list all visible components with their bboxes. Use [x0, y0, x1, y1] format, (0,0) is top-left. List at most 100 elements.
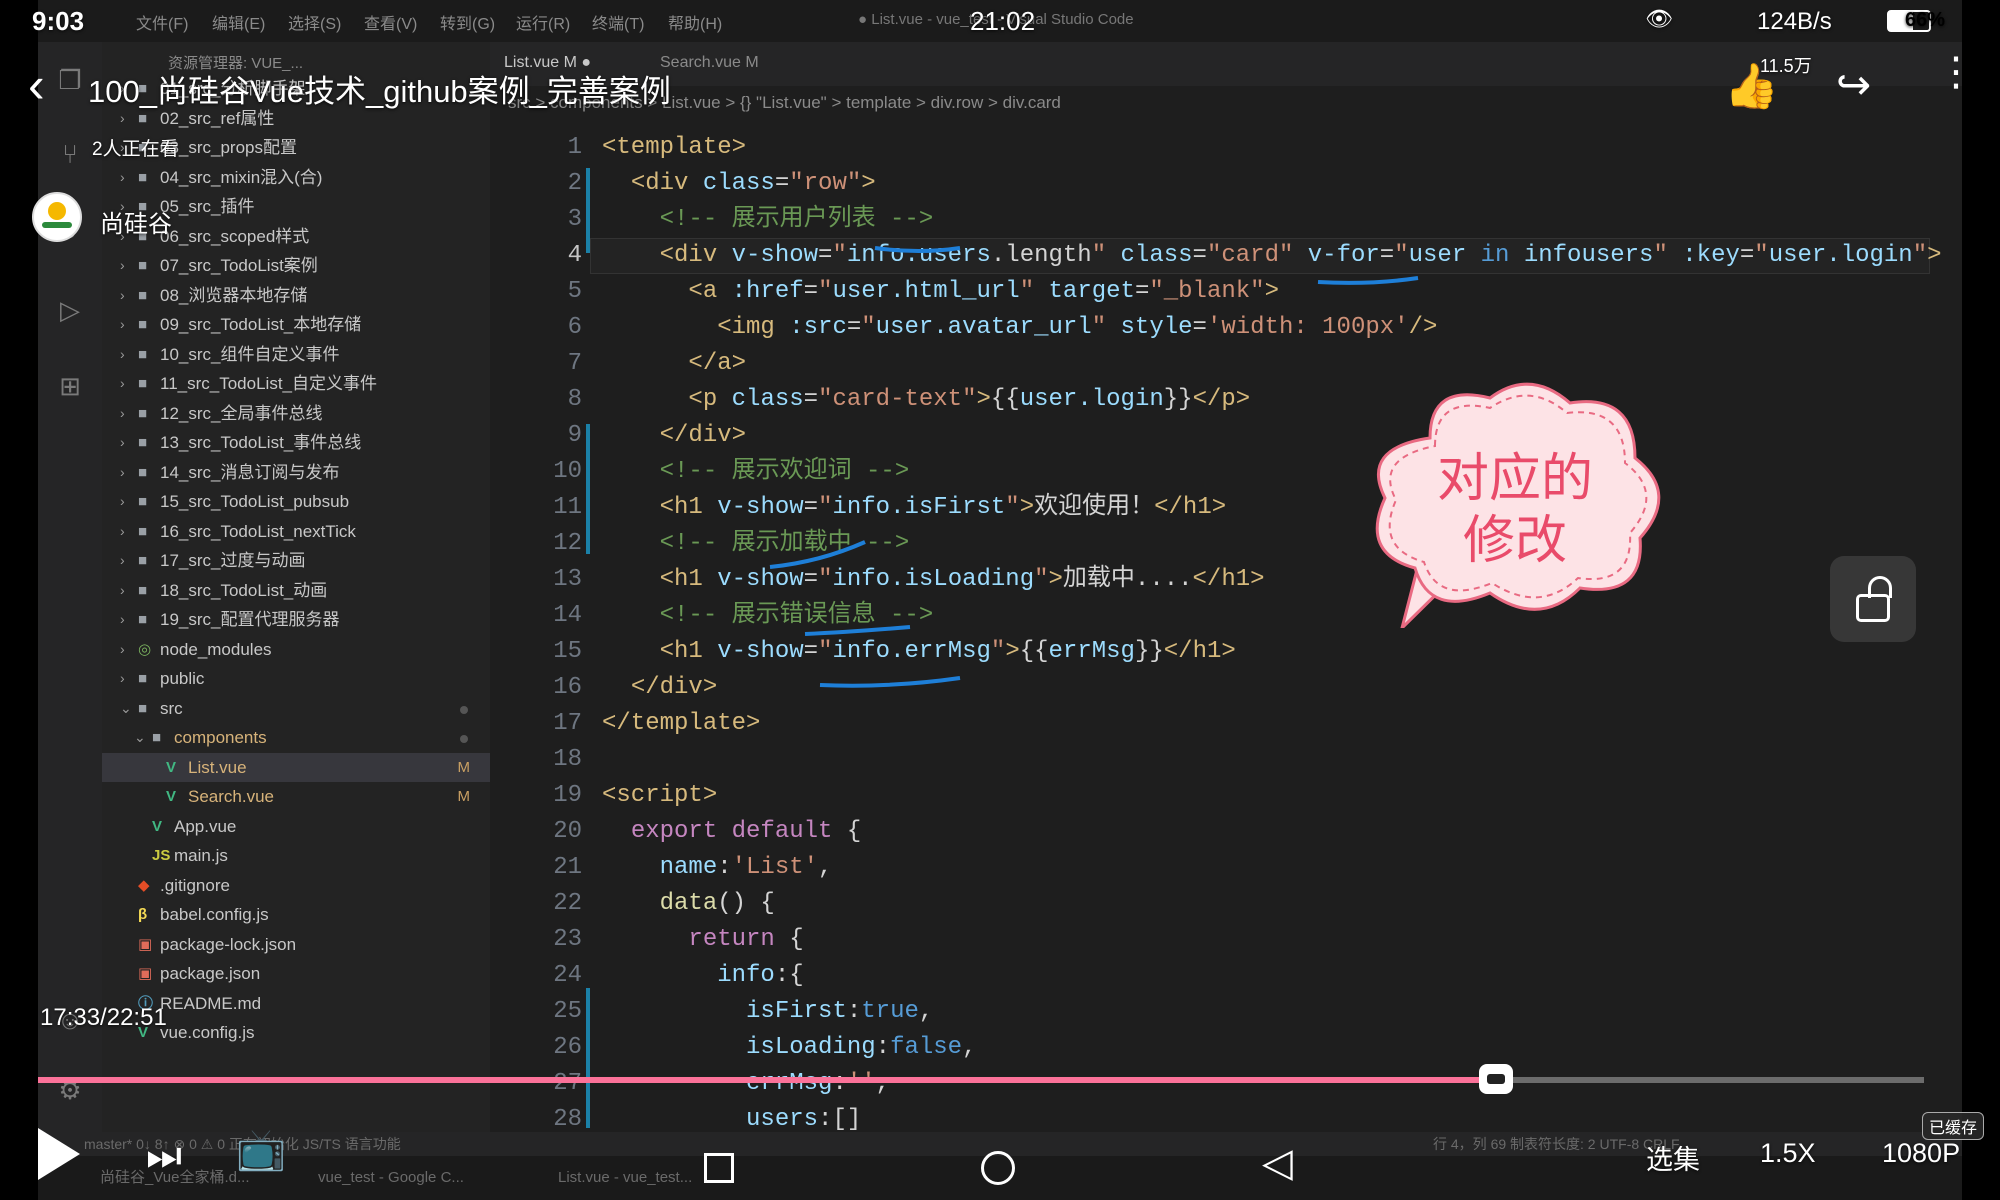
- menu-item[interactable]: 查看(V): [364, 10, 417, 34]
- taskbar-item[interactable]: List.vue - vue_test...: [558, 1156, 692, 1200]
- chevron-right-icon[interactable]: ›: [120, 428, 125, 457]
- file-tree-item[interactable]: ⌄ ■ src: [102, 694, 490, 723]
- folder-icon: ■: [138, 552, 148, 569]
- chevron-right-icon[interactable]: ›: [120, 281, 125, 310]
- extensions-icon[interactable]: ⊞: [52, 368, 88, 404]
- files-icon[interactable]: ❐: [52, 62, 88, 98]
- menu-item[interactable]: 帮助(H): [668, 10, 722, 34]
- underline-mark: [769, 540, 866, 569]
- file-tree-label: 12_src_全局事件总线: [160, 403, 323, 423]
- menu-item[interactable]: 转到(G): [440, 10, 495, 34]
- phone-time: 9:03: [32, 6, 85, 36]
- chevron-right-icon[interactable]: ›: [120, 458, 125, 487]
- recents-square-icon[interactable]: [704, 1153, 734, 1183]
- file-tree-label: babel.config.js: [160, 905, 269, 924]
- file-tree-item[interactable]: › ■ 04_src_mixin混入(合): [102, 163, 490, 192]
- more-vertical-icon[interactable]: ⋮: [1936, 52, 1976, 92]
- file-tree-label: 18_src_TodoList_动画: [160, 580, 328, 600]
- channel-avatar[interactable]: [32, 192, 82, 242]
- share-arrow-icon[interactable]: ↪: [1836, 60, 1871, 109]
- folder-icon: ■: [138, 375, 148, 392]
- next-episode-icon[interactable]: ⏭: [146, 1136, 182, 1176]
- play-icon[interactable]: [38, 1128, 80, 1180]
- chevron-down-icon[interactable]: ⌄: [120, 694, 132, 723]
- screen-lock-button[interactable]: [1830, 556, 1916, 642]
- file-tree-label: public: [160, 669, 205, 688]
- file-tree-item[interactable]: › ■ 18_src_TodoList_动画: [102, 576, 490, 605]
- file-tree-item[interactable]: › ■ 09_src_TodoList_本地存储: [102, 310, 490, 339]
- chevron-right-icon[interactable]: ›: [120, 664, 125, 693]
- js-file-icon: JS: [152, 847, 171, 864]
- menu-item[interactable]: 编辑(E): [212, 10, 265, 34]
- chevron-right-icon[interactable]: ›: [120, 635, 125, 664]
- pen-annotations: [769, 246, 1419, 688]
- file-tree-item[interactable]: › ■ 11_src_TodoList_自定义事件: [102, 369, 490, 398]
- danmaku-toggle-icon[interactable]: 📺: [236, 1130, 286, 1170]
- file-tree-item[interactable]: β babel.config.js: [102, 900, 490, 929]
- chevron-right-icon[interactable]: ›: [120, 369, 125, 398]
- file-tree-item[interactable]: › ■ 17_src_过度与动画: [102, 546, 490, 575]
- file-tree-item[interactable]: ⌄ ■ components: [102, 723, 490, 752]
- annotation-bubble: 对应的 修改: [1360, 378, 1670, 628]
- underline-mark: [804, 625, 911, 636]
- git-modified-badge: M: [457, 758, 471, 776]
- menu-item[interactable]: 运行(R): [516, 10, 570, 34]
- run-debug-icon[interactable]: ▷: [52, 292, 88, 328]
- chevron-right-icon[interactable]: ›: [120, 576, 125, 605]
- menu-item[interactable]: 文件(F): [136, 10, 188, 34]
- json-file-icon: ▣: [138, 935, 153, 953]
- file-tree-item[interactable]: V Search.vue M: [102, 782, 490, 811]
- file-tree-item[interactable]: JS main.js: [102, 841, 490, 870]
- file-tree-label: components: [174, 728, 267, 747]
- chevron-right-icon[interactable]: ›: [120, 546, 125, 575]
- channel-name[interactable]: 尚硅谷: [100, 204, 172, 239]
- folder-icon: ■: [138, 493, 148, 510]
- file-tree-item[interactable]: › ◎ node_modules: [102, 635, 490, 664]
- chevron-right-icon[interactable]: ›: [120, 163, 125, 192]
- file-tree-label: 14_src_消息订阅与发布: [160, 462, 340, 482]
- folder-icon: ■: [138, 316, 148, 333]
- file-tree-item[interactable]: › ■ 08_浏览器本地存储: [102, 281, 490, 310]
- video-clock: 21:02: [970, 6, 1036, 36]
- chevron-right-icon[interactable]: ›: [120, 487, 125, 516]
- file-tree-item[interactable]: ◆ .gitignore: [102, 871, 490, 900]
- chevron-right-icon[interactable]: ›: [120, 605, 125, 634]
- chevron-right-icon[interactable]: ›: [120, 517, 125, 546]
- speed-button[interactable]: 1.5X: [1760, 1138, 1816, 1169]
- file-tree-item[interactable]: › ■ 15_src_TodoList_pubsub: [102, 487, 490, 516]
- file-tree-item[interactable]: › ■ 19_src_配置代理服务器: [102, 605, 490, 634]
- menu-item[interactable]: 选择(S): [288, 10, 341, 34]
- file-tree-item[interactable]: › ■ 12_src_全局事件总线: [102, 399, 490, 428]
- folder-icon: ■: [138, 463, 148, 481]
- file-tree-item[interactable]: › ■ 07_src_TodoList案例: [102, 251, 490, 280]
- taskbar-item[interactable]: vue_test - Google C...: [318, 1156, 464, 1200]
- source-control-icon[interactable]: ⑂: [52, 136, 88, 172]
- file-tree-label: package-lock.json: [160, 934, 297, 954]
- quality-button[interactable]: 1080P: [1882, 1138, 1960, 1169]
- chevron-right-icon[interactable]: ›: [120, 310, 125, 339]
- file-tree-item[interactable]: ▣ package.json: [102, 959, 490, 988]
- file-tree-item[interactable]: V App.vue: [102, 812, 490, 841]
- file-tree-item[interactable]: › ■ 16_src_TodoList_nextTick: [102, 517, 490, 546]
- file-tree-item[interactable]: › ■ 13_src_TodoList_事件总线: [102, 428, 490, 457]
- chevron-right-icon[interactable]: ›: [120, 251, 125, 280]
- git-change-dot: [460, 705, 468, 714]
- back-arrow-icon[interactable]: ‹: [28, 60, 45, 110]
- chevron-right-icon[interactable]: ›: [120, 399, 125, 428]
- progress-thumb-icon[interactable]: [1478, 1064, 1513, 1094]
- file-tree-label: 10_src_组件自定义事件: [160, 344, 340, 364]
- folder-icon: ■: [138, 670, 148, 687]
- chevron-right-icon[interactable]: ›: [120, 340, 125, 369]
- nav-back-triangle-icon[interactable]: ◁: [1262, 1143, 1293, 1183]
- file-tree-item[interactable]: › ■ public: [102, 664, 490, 693]
- file-tree-label: 19_src_配置代理服务器: [160, 610, 340, 629]
- progress-fill: [38, 1077, 1496, 1083]
- chevron-down-icon[interactable]: ⌄: [134, 723, 146, 752]
- file-tree-item[interactable]: ▣ package-lock.json: [102, 930, 490, 959]
- file-tree-item[interactable]: V List.vue M: [102, 752, 490, 782]
- menu-item[interactable]: 终端(T): [592, 10, 644, 34]
- episodes-button[interactable]: 选集: [1646, 1138, 1700, 1177]
- home-circle-icon[interactable]: [981, 1151, 1015, 1185]
- file-tree-item[interactable]: › ■ 10_src_组件自定义事件: [102, 340, 490, 369]
- file-tree-item[interactable]: › ■ 14_src_消息订阅与发布: [102, 458, 490, 487]
